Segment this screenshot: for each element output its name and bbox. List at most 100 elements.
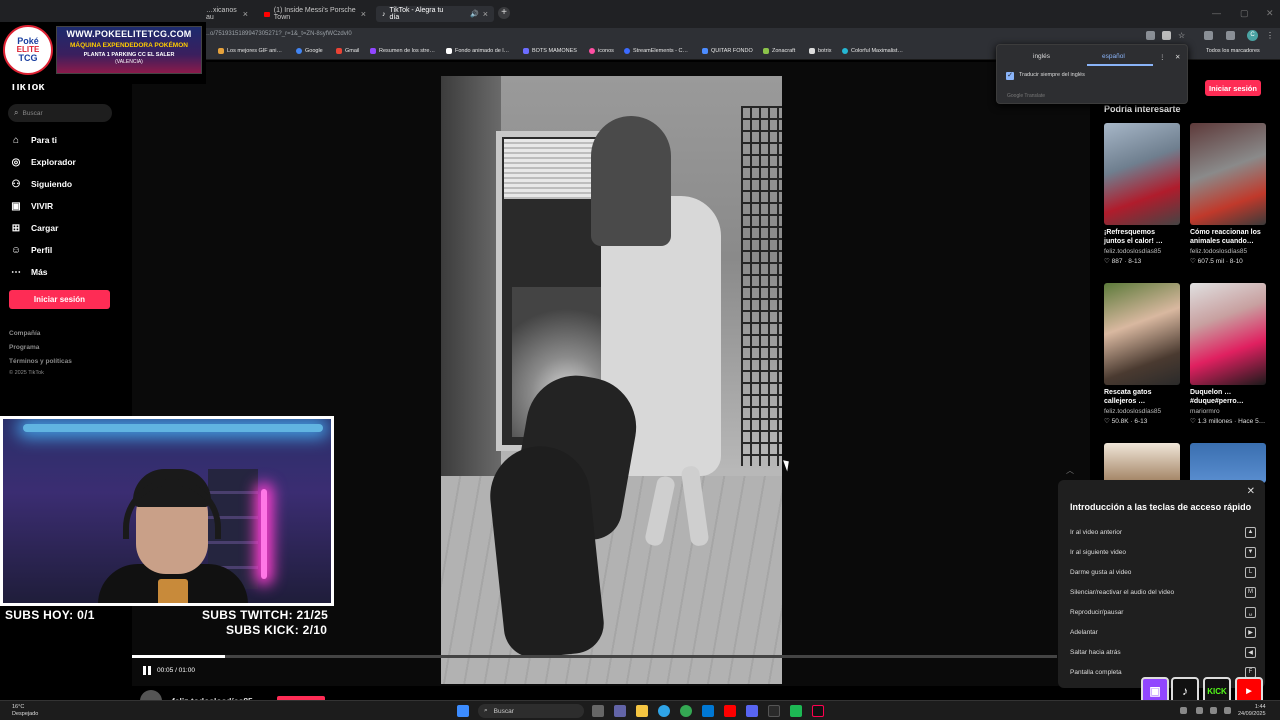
cast-icon[interactable] [1146, 31, 1155, 40]
nav-siguiendo[interactable]: ⚇ Siguiendo [10, 178, 73, 190]
nav-explorador[interactable]: ◎ Explorador [10, 156, 76, 168]
windows-start-icon[interactable] [457, 705, 469, 717]
nav-perfil[interactable]: ☺ Perfil [10, 244, 52, 256]
url-field[interactable]: …o/7519315189947305271?_r=1&_t=ZN-8syfWC… [204, 31, 352, 37]
bookmark-colorful[interactable]: Colorful Maximalist… [842, 48, 903, 54]
footer-terms[interactable]: Términos y políticas [9, 358, 72, 365]
video-progress-bar[interactable] [132, 655, 1057, 658]
youtube-app-icon[interactable] [724, 705, 736, 717]
bookmark-resumen[interactable]: Resumen de los stre… [370, 48, 435, 54]
close-icon[interactable]: ✕ [1175, 53, 1180, 61]
card-user[interactable]: feliz.todoslosdías85 [1104, 408, 1180, 415]
new-tab-button[interactable]: + [498, 7, 510, 19]
more-options-icon[interactable]: ⋮ [1159, 53, 1166, 61]
maximize-icon[interactable]: ▢ [1240, 8, 1249, 19]
search-input[interactable]: ⌕ Buscar [8, 104, 112, 122]
nav-mas[interactable]: ⋯ Más [10, 266, 48, 278]
app-icon[interactable] [790, 705, 802, 717]
translate-target-tab[interactable]: español [1102, 53, 1125, 60]
store-icon[interactable] [702, 705, 714, 717]
subs-kick: SUBS KICK: 2/10 [226, 623, 328, 637]
bookmark-gmail[interactable]: Gmail [336, 48, 359, 54]
key-f-icon: F [1245, 666, 1256, 678]
nav-vivir[interactable]: ▣ VIVIR [10, 200, 53, 212]
always-translate-checkbox[interactable]: ✓ [1006, 72, 1014, 80]
video-thumbnail[interactable] [1190, 123, 1266, 225]
video-thumbnail[interactable] [1190, 443, 1266, 483]
video-player[interactable] [441, 76, 782, 684]
sidepanel-icon[interactable] [1226, 31, 1235, 40]
edge-icon[interactable] [658, 705, 670, 717]
task-view-icon[interactable] [592, 705, 604, 717]
recommendation-card[interactable] [1104, 443, 1180, 483]
weather-widget[interactable]: 16°C Despejado [12, 704, 38, 718]
video-thumbnail[interactable] [1104, 443, 1180, 483]
close-icon[interactable]: × [483, 9, 488, 19]
close-icon[interactable]: × [243, 9, 248, 19]
speaker-icon[interactable]: 🔊 [470, 10, 479, 18]
bookmark-zonacraft[interactable]: Zonacraft [763, 48, 795, 54]
key-l-icon: L [1245, 566, 1256, 578]
minimize-icon[interactable]: — [1212, 8, 1221, 18]
video-thumbnail[interactable] [1104, 123, 1180, 225]
recommendation-card[interactable] [1190, 443, 1266, 483]
teams-icon[interactable] [614, 705, 626, 717]
login-button[interactable]: Iniciar sesión [9, 290, 110, 309]
chrome-icon[interactable] [680, 705, 692, 717]
profile-avatar[interactable]: C [1247, 30, 1258, 41]
bookmark-google[interactable]: Google [296, 48, 323, 54]
footer-company[interactable]: Compañía [9, 330, 40, 337]
tab-tiktok[interactable]: ♪ TikTok - Alegra tu día 🔊 × [376, 6, 494, 22]
key-space-icon: ␣ [1245, 606, 1256, 618]
bookmark-streamelements[interactable]: StreamElements - C… [624, 48, 688, 54]
card-user[interactable]: mariormro [1190, 408, 1266, 415]
bookmark-quitar-fondo[interactable]: QUITAR FONDO [702, 48, 753, 54]
bookmark-botrix[interactable]: botrix [809, 48, 831, 54]
header-login-button[interactable]: Iniciar sesión [1205, 80, 1261, 96]
translate-source-tab[interactable]: inglés [1033, 53, 1050, 60]
tab-underline [1087, 64, 1153, 66]
close-icon[interactable]: ✕ [1247, 486, 1255, 497]
footer-program[interactable]: Programa [9, 344, 39, 351]
file-explorer-icon[interactable] [636, 705, 648, 717]
tab-messi[interactable]: (1) Inside Messi's Porsche Town × [258, 6, 372, 22]
chevron-up-icon[interactable]: ︿ [1066, 465, 1074, 476]
close-window-icon[interactable]: ✕ [1266, 8, 1274, 19]
taskbar-search[interactable]: ⌕ Buscar [478, 704, 584, 718]
shortcut-row: Darme gusta al video L [1070, 566, 1256, 578]
tiktok-sidebar: TikTok ⌕ Buscar ⌂ Para ti ◎ Explorador ⚇ Si… [0, 78, 130, 420]
obs-icon[interactable] [768, 705, 780, 717]
recommendation-card[interactable]: Duquelon … #duque#perro… mariormro ♡ 1.3… [1190, 283, 1266, 425]
recommendation-card[interactable]: Cómo reaccionan los animales cuando… fel… [1190, 123, 1266, 265]
all-bookmarks[interactable]: Todos los marcadores [1206, 48, 1260, 54]
tab-mexicanos[interactable]: …xicanos au × [200, 6, 254, 22]
discord-icon[interactable] [746, 705, 758, 717]
tab-label: TikTok - Alegra tu día [389, 7, 444, 21]
translate-icon[interactable] [1162, 31, 1171, 40]
volume-icon[interactable] [1224, 707, 1231, 714]
video-thumbnail[interactable] [1104, 283, 1180, 385]
video-time: 00:05 / 01:00 [157, 667, 195, 674]
nav-para-ti[interactable]: ⌂ Para ti [10, 134, 57, 146]
bookmark-fondo[interactable]: Fondo animado de l… [446, 48, 509, 54]
bookmark-bots[interactable]: BOTS MAMONES [523, 48, 577, 54]
tiktok-app-icon[interactable] [812, 705, 824, 717]
card-user[interactable]: feliz.todoslosdías85 [1190, 248, 1266, 255]
tray-chevron-icon[interactable] [1180, 707, 1187, 714]
close-icon[interactable]: × [361, 9, 366, 19]
pause-icon[interactable] [143, 666, 151, 675]
card-stats: ♡ 1.3 millones · Hace 5… [1190, 417, 1266, 425]
bookmark-gif[interactable]: Los mejores GIF ani… [218, 48, 282, 54]
extensions-icon[interactable] [1204, 31, 1213, 40]
recommendation-card[interactable]: ¡Refresquemos juntos el calor! … feliz.t… [1104, 123, 1180, 265]
star-icon[interactable]: ☆ [1178, 31, 1187, 40]
system-clock[interactable]: 1:44 24/09/2025 [1238, 704, 1266, 718]
wifi-icon[interactable] [1210, 707, 1217, 714]
recommendation-card[interactable]: Rescata gatos callejeros … feliz.todoslo… [1104, 283, 1180, 425]
tray-app-icon[interactable] [1196, 707, 1203, 714]
video-thumbnail[interactable] [1190, 283, 1266, 385]
nav-cargar[interactable]: ⊞ Cargar [10, 222, 59, 234]
card-user[interactable]: feliz.todoslosdías85 [1104, 248, 1180, 255]
menu-icon[interactable]: ⋮ [1266, 31, 1275, 40]
bookmark-iconos[interactable]: iconos [589, 48, 614, 54]
